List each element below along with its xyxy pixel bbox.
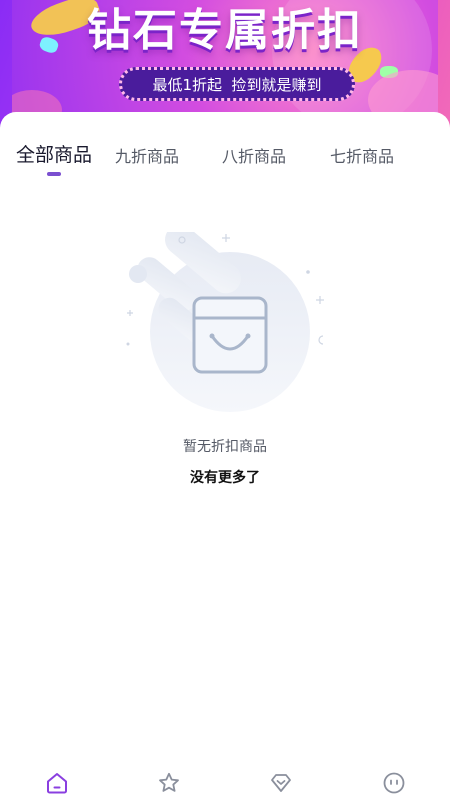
empty-state-message: 暂无折扣商品 [183,439,267,455]
banner-title: 钻石专属折扣 [87,5,363,56]
empty-illustration [118,224,332,412]
tab-eighty-percent[interactable]: 八折商品 [222,143,286,167]
banner-subtitle-pill: 最低1折起 捡到就是赚到 [119,67,355,101]
diamond-icon [271,774,291,792]
tab-seventy-percent[interactable]: 七折商品 [330,143,394,167]
shopping-bag-icon [126,224,324,412]
banner-subtitle: 最低1折起 捡到就是赚到 [152,75,322,94]
content-card [0,112,450,812]
nav-diamond[interactable] [266,768,296,798]
home-icon [47,773,67,794]
tab-ninety-percent[interactable]: 九折商品 [115,143,179,167]
nav-favorites[interactable] [154,768,184,798]
bottom-nav [0,768,450,800]
banner-background: 钻石专属折扣 最低1折起 捡到就是赚到 [12,0,438,126]
active-tab-indicator [47,172,61,176]
nav-home[interactable] [42,768,72,798]
discount-tabs: 全部商品 九折商品 八折商品 七折商品 [0,143,450,183]
nav-profile[interactable] [379,768,409,798]
no-more-text: 没有更多了 [190,470,260,486]
tab-all-products[interactable]: 全部商品 [16,140,92,167]
profile-face-icon [383,772,405,794]
star-icon [159,772,179,792]
